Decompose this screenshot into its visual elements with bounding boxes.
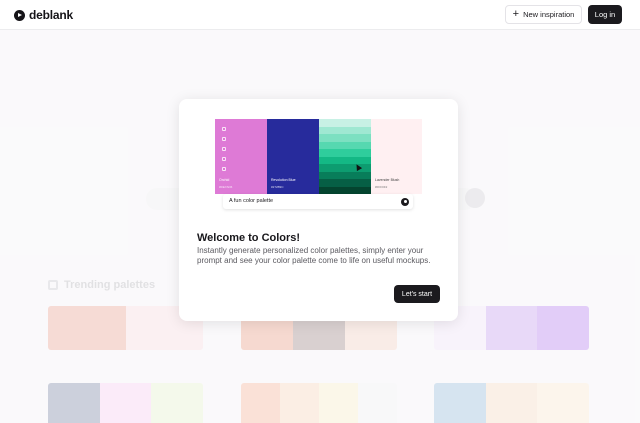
swatch-name: Revolution Blue <box>271 178 296 182</box>
palette-preview: Orchid #DE7AD6 Revolution Blue #272B9C L… <box>215 119 422 194</box>
shade-stripe <box>319 186 371 194</box>
prompt-preview: A fun color palette <box>223 194 413 209</box>
new-inspiration-label: New inspiration <box>523 10 575 19</box>
top-bar: deblank + New inspiration Log in <box>0 0 640 30</box>
new-inspiration-button[interactable]: + New inspiration <box>505 5 582 24</box>
lets-start-button[interactable]: Let's start <box>394 285 440 303</box>
tool-icon <box>222 127 226 131</box>
toolbar-icons <box>222 127 226 171</box>
modal-description: Instantly generate personalized color pa… <box>197 246 431 265</box>
tool-icon <box>222 167 226 171</box>
welcome-modal: Orchid #DE7AD6 Revolution Blue #272B9C L… <box>179 99 458 321</box>
shade-stripe <box>319 156 371 164</box>
tool-icon <box>222 147 226 151</box>
tool-icon <box>222 157 226 161</box>
shade-stripe <box>319 149 371 157</box>
swatch-hex: #272B9C <box>271 185 284 189</box>
prompt-text: A fun color palette <box>229 198 274 204</box>
send-icon <box>401 197 409 206</box>
logo-text: deblank <box>29 8 73 22</box>
swatch-lavender-blush: Lavender Blush #FFF0F2 <box>371 119 422 194</box>
swatch-name: Orchid <box>219 178 230 182</box>
shade-stripe <box>319 141 371 149</box>
swatch-revolution-blue: Revolution Blue #272B9C <box>267 119 319 194</box>
plus-icon: + <box>512 7 520 20</box>
shade-stripe <box>319 134 371 142</box>
swatch-hex: #FFF0F2 <box>375 185 388 189</box>
swatch-name: Lavender Blush <box>375 178 400 182</box>
shade-stripe <box>319 119 371 127</box>
swatch-orchid: Orchid #DE7AD6 <box>215 119 267 194</box>
shade-stripe <box>319 179 371 187</box>
modal-title: Welcome to Colors! <box>197 232 301 244</box>
deblank-logo-icon <box>14 9 25 21</box>
swatch-hex: #DE7AD6 <box>219 185 233 189</box>
shade-stripe <box>319 164 371 172</box>
shade-stripe <box>319 171 371 179</box>
tool-icon <box>222 137 226 141</box>
login-button[interactable]: Log in <box>588 5 622 24</box>
logo[interactable]: deblank <box>14 8 73 22</box>
swatch-green-shades <box>319 119 371 194</box>
shade-stripe <box>319 126 371 134</box>
